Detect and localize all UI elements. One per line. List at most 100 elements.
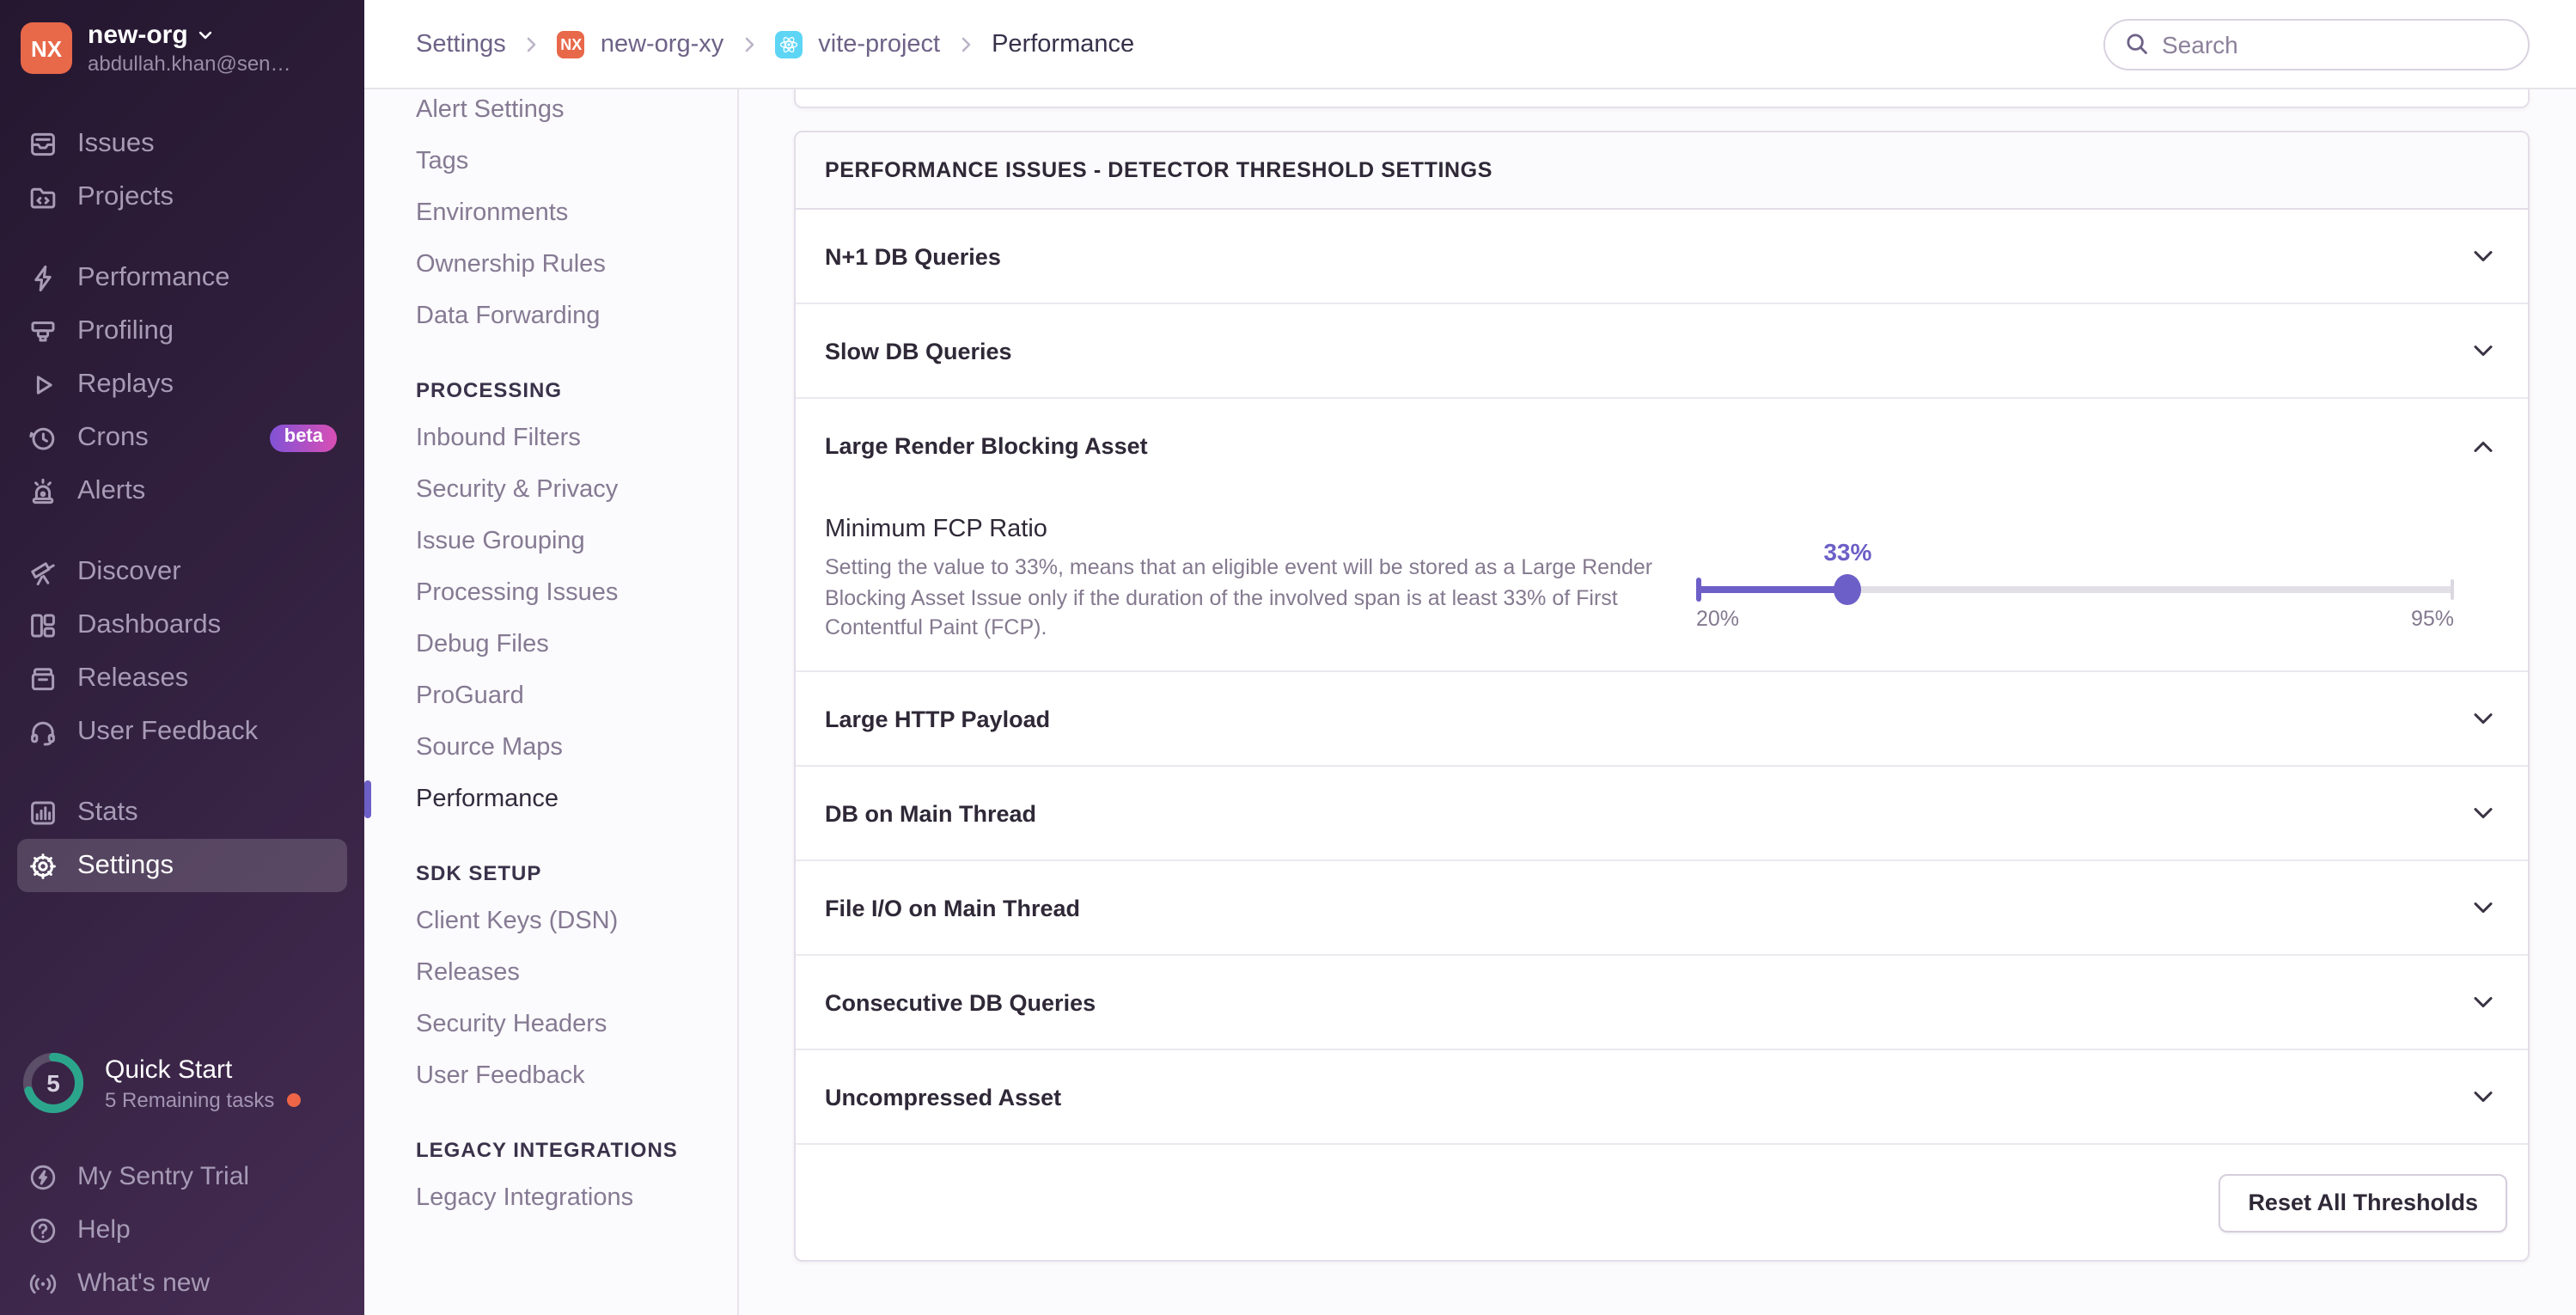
sidebar-item-projects[interactable]: Projects <box>17 170 347 223</box>
sidebar-item-profiling[interactable]: Profiling <box>17 304 347 358</box>
settings-nav-client-keys[interactable]: Client Keys (DSN) <box>364 896 737 947</box>
org-avatar: NX <box>21 22 72 74</box>
breadcrumb-project[interactable]: vite-project <box>818 30 940 58</box>
org-switcher[interactable]: NX new-org abdullah.khan@sen… <box>17 14 347 83</box>
chevron-down-icon[interactable] <box>2469 705 2497 732</box>
detector-row-large-render-blocking-asset[interactable]: Large Render Blocking Asset <box>796 399 2528 493</box>
slider-end-tick <box>2451 579 2454 600</box>
slider-max-label: 95% <box>2410 607 2454 631</box>
breadcrumb-org[interactable]: new-org-xy <box>601 30 723 58</box>
quick-start-progress-ring: 5 <box>21 1050 86 1116</box>
chevron-down-icon[interactable] <box>2469 242 2497 270</box>
detector-settings-panel: PERFORMANCE ISSUES - DETECTOR THRESHOLD … <box>794 131 2530 1262</box>
sidebar-item-replays[interactable]: Replays <box>17 358 347 411</box>
detector-row-file-io-on-main-thread[interactable]: File I/O on Main Thread <box>796 861 2528 956</box>
sidebar-group-bottom: Stats Settings <box>17 786 347 892</box>
sidebar-item-label: Alerts <box>77 475 146 505</box>
detector-row-n1-db-queries[interactable]: N+1 DB Queries <box>796 210 2528 304</box>
sidebar-item-user-feedback[interactable]: User Feedback <box>17 705 347 758</box>
settings-nav-tags[interactable]: Tags <box>364 136 737 187</box>
quick-start-title: Quick Start <box>105 1055 233 1084</box>
settings-nav-user-feedback[interactable]: User Feedback <box>364 1050 737 1102</box>
sidebar-item-alerts[interactable]: Alerts <box>17 464 347 517</box>
sidebar-item-dashboards[interactable]: Dashboards <box>17 598 347 651</box>
settings-nav-processing-issues[interactable]: Processing Issues <box>364 567 737 619</box>
fcp-ratio-slider[interactable]: 33% 20% 95% <box>1696 493 2454 670</box>
settings-nav-inbound-filters[interactable]: Inbound Filters <box>364 413 737 464</box>
settings-nav-source-maps[interactable]: Source Maps <box>364 722 737 774</box>
sidebar-item-discover[interactable]: Discover <box>17 545 347 598</box>
top-bar: Settings NX new-org-xy vite-project Perf… <box>364 0 2576 89</box>
telescope-icon <box>27 556 58 587</box>
sidebar-item-stats[interactable]: Stats <box>17 786 347 839</box>
sidebar-item-label: Settings <box>77 850 174 879</box>
sidebar-item-performance[interactable]: Performance <box>17 251 347 304</box>
chevron-down-icon[interactable] <box>2469 1083 2497 1110</box>
settings-nav-security-headers[interactable]: Security Headers <box>364 999 737 1050</box>
sidebar-item-issues[interactable]: Issues <box>17 117 347 170</box>
reset-all-thresholds-button[interactable]: Reset All Thresholds <box>2219 1173 2507 1232</box>
slider-handle[interactable] <box>1834 574 1862 605</box>
settings-nav-debug-files[interactable]: Debug Files <box>364 619 737 670</box>
detector-row-large-http-payload[interactable]: Large HTTP Payload <box>796 672 2528 767</box>
settings-nav-section-sdk-setup: SDK SETUP <box>416 861 542 885</box>
scrolled-panel-bottom <box>794 89 2530 108</box>
settings-nav-ownership-rules[interactable]: Ownership Rules <box>364 239 737 291</box>
settings-nav-data-forwarding[interactable]: Data Forwarding <box>364 291 737 342</box>
breadcrumb-settings[interactable]: Settings <box>416 30 506 58</box>
sidebar-item-settings[interactable]: Settings <box>17 839 347 892</box>
sidebar-item-my-sentry-trial[interactable]: My Sentry Trial <box>17 1150 347 1203</box>
settings-nav-section-legacy: LEGACY INTEGRATIONS <box>416 1138 678 1162</box>
slider-value: 33% <box>1823 538 1872 566</box>
lightning-icon <box>27 262 58 293</box>
search-icon <box>2127 34 2147 54</box>
detector-row-db-on-main-thread[interactable]: DB on Main Thread <box>796 767 2528 861</box>
sidebar-item-whats-new[interactable]: What's new <box>17 1257 347 1310</box>
chevron-up-icon[interactable] <box>2469 432 2497 460</box>
slider-fill <box>1696 586 1848 593</box>
quick-start[interactable]: 5 Quick Start 5 Remaining tasks <box>17 1050 347 1116</box>
sidebar-item-label: Dashboards <box>77 609 222 639</box>
sidebar-item-label: My Sentry Trial <box>77 1162 250 1191</box>
settings-nav-issue-grouping[interactable]: Issue Grouping <box>364 516 737 567</box>
sidebar-item-label: Stats <box>77 797 138 826</box>
settings-nav-security-privacy[interactable]: Security & Privacy <box>364 464 737 516</box>
clock-icon <box>27 422 58 453</box>
chevron-down-icon[interactable] <box>2469 988 2497 1016</box>
broadcast-icon <box>27 1268 58 1299</box>
sidebar-item-label: Projects <box>77 181 174 211</box>
detector-row-slow-db-queries[interactable]: Slow DB Queries <box>796 304 2528 399</box>
chevron-down-icon <box>199 31 212 40</box>
dashboard-icon <box>27 609 58 640</box>
settings-nav-environments[interactable]: Environments <box>364 187 737 239</box>
org-name: new-org <box>88 21 188 50</box>
search-input[interactable] <box>2162 30 2509 58</box>
detector-row-uncompressed-asset[interactable]: Uncompressed Asset <box>796 1050 2528 1145</box>
panel-footer: Reset All Thresholds <box>796 1145 2528 1260</box>
sidebar-item-label: Performance <box>77 262 230 291</box>
sidebar-item-releases[interactable]: Releases <box>17 651 347 705</box>
sidebar-item-label: Discover <box>77 556 181 585</box>
search-box[interactable] <box>2103 18 2530 70</box>
chevron-down-icon[interactable] <box>2469 894 2497 921</box>
notification-dot <box>286 1092 301 1106</box>
settings-nav-proguard[interactable]: ProGuard <box>364 670 737 722</box>
settings-nav-legacy-integrations[interactable]: Legacy Integrations <box>364 1172 737 1224</box>
settings-nav-alert-settings[interactable]: Alert Settings <box>364 89 737 136</box>
detector-row-consecutive-db-queries[interactable]: Consecutive DB Queries <box>796 956 2528 1050</box>
threshold-description: Setting the value to 33%, means that an … <box>825 555 1653 639</box>
settings-nav-releases[interactable]: Releases <box>364 947 737 999</box>
settings-nav-performance[interactable]: Performance <box>364 774 737 825</box>
breadcrumb-separator-icon <box>528 36 537 52</box>
active-indicator <box>364 780 371 818</box>
breadcrumb-separator-icon <box>961 36 971 52</box>
sidebar-item-label: Help <box>77 1215 131 1245</box>
projects-icon <box>27 181 58 212</box>
chevron-down-icon[interactable] <box>2469 799 2497 827</box>
chevron-down-icon[interactable] <box>2469 337 2497 364</box>
sidebar-item-help[interactable]: Help <box>17 1203 347 1257</box>
sidebar-item-crons[interactable]: Crons beta <box>17 411 347 464</box>
breadcrumb-separator-icon <box>745 36 754 52</box>
settings-subnav: Alert Settings Tags Environments Ownersh… <box>364 89 739 1315</box>
breadcrumb-current: Performance <box>992 30 1135 58</box>
